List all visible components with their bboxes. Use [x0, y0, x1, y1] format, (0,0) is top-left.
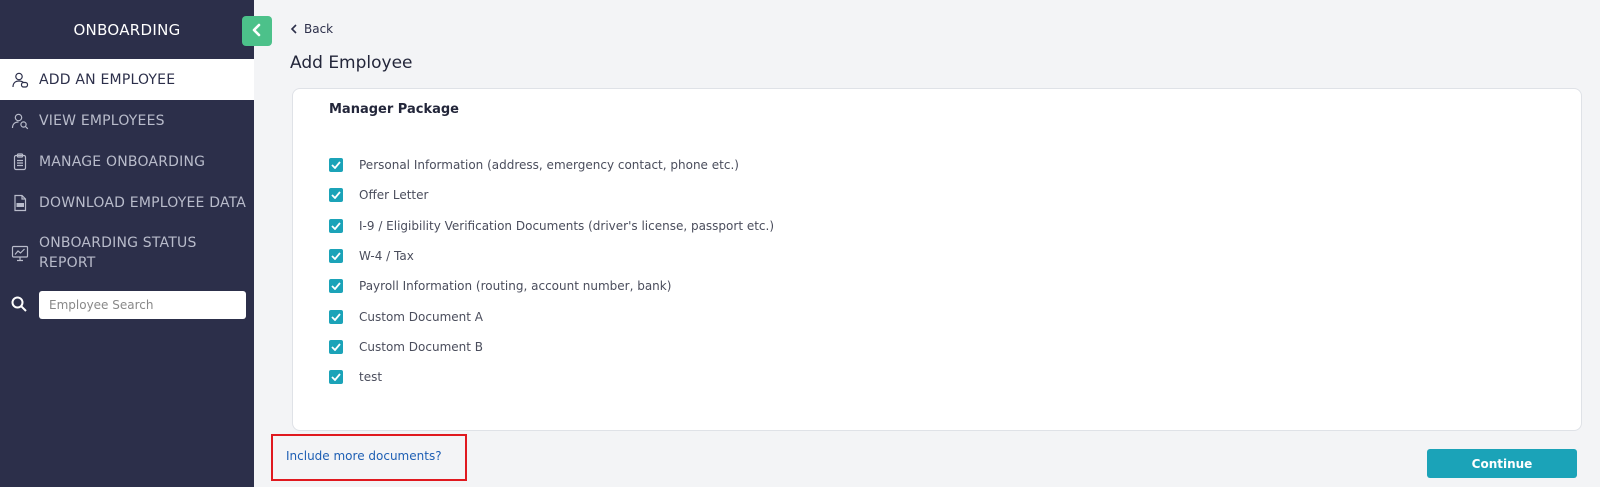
document-item: test: [329, 362, 774, 392]
document-label: Custom Document B: [359, 339, 484, 354]
csv-file-icon: [10, 193, 30, 213]
add-user-icon: [10, 70, 30, 90]
document-label: Payroll Information (routing, account nu…: [359, 279, 672, 294]
document-label: W-4 / Tax: [359, 249, 414, 264]
sidebar-item-add-employee[interactable]: ADD AN EMPLOYEE: [0, 59, 254, 100]
document-list: Personal Information (address, emergency…: [329, 150, 774, 392]
sidebar-item-label: ADD AN EMPLOYEE: [39, 71, 176, 88]
document-checkbox[interactable]: [329, 158, 343, 173]
document-item: Payroll Information (routing, account nu…: [329, 271, 774, 301]
sidebar-item-label: VIEW EMPLOYEES: [39, 112, 165, 129]
employee-search-input[interactable]: [39, 291, 246, 319]
include-more-documents-link[interactable]: Include more documents?: [286, 449, 442, 463]
clipboard-icon: [10, 152, 30, 172]
document-label: Personal Information (address, emergency…: [359, 158, 739, 173]
document-checkbox[interactable]: [329, 339, 343, 354]
package-title: Manager Package: [329, 102, 459, 117]
sidebar: ONBOARDING ADD AN EMPLOYEE VIEW EMPLOYEE…: [0, 0, 254, 487]
document-checkbox[interactable]: [329, 249, 343, 264]
document-checkbox[interactable]: [329, 218, 343, 233]
sidebar-item-download-employee-data[interactable]: DOWNLOAD EMPLOYEE DATA: [0, 182, 254, 223]
package-card: Manager Package Personal Information (ad…: [292, 88, 1582, 431]
document-label: I-9 / Eligibility Verification Documents…: [359, 218, 775, 233]
document-label: Custom Document A: [359, 309, 483, 324]
document-label: test: [359, 370, 383, 385]
back-link[interactable]: Back: [290, 22, 333, 36]
view-user-icon: [10, 111, 30, 131]
employee-search-row: [0, 291, 254, 319]
sidebar-item-label: DOWNLOAD EMPLOYEE DATA: [39, 194, 247, 211]
sidebar-item-label-line1: ONBOARDING STATUS: [39, 235, 197, 251]
document-item: I-9 / Eligibility Verification Documents…: [329, 211, 774, 241]
document-checkbox[interactable]: [329, 188, 343, 203]
sidebar-item-onboarding-status-report[interactable]: ONBOARDING STATUS REPORT: [0, 223, 254, 283]
chevron-left-icon: [290, 24, 298, 34]
sidebar-item-manage-onboarding[interactable]: MANAGE ONBOARDING: [0, 141, 254, 182]
sidebar-item-label-line2: REPORT: [39, 255, 96, 271]
continue-button[interactable]: Continue: [1427, 449, 1577, 478]
search-icon: [10, 295, 30, 315]
sidebar-title: ONBOARDING: [73, 20, 181, 39]
document-item: Custom Document A: [329, 301, 774, 331]
document-checkbox[interactable]: [329, 309, 343, 324]
main-content: Back Add Employee Manager Package Person…: [254, 0, 1600, 487]
page-title: Add Employee: [290, 53, 413, 73]
back-label: Back: [304, 22, 334, 36]
document-checkbox[interactable]: [329, 370, 343, 385]
document-item: Personal Information (address, emergency…: [329, 150, 774, 180]
sidebar-item-view-employees[interactable]: VIEW EMPLOYEES: [0, 100, 254, 141]
sidebar-item-label: MANAGE ONBOARDING: [39, 153, 206, 170]
document-item: Offer Letter: [329, 180, 774, 210]
document-label: Offer Letter: [359, 188, 429, 203]
document-item: W-4 / Tax: [329, 241, 774, 271]
sidebar-item-label: ONBOARDING STATUS REPORT: [39, 233, 197, 273]
chart-board-icon: [10, 243, 30, 263]
document-checkbox[interactable]: [329, 279, 343, 294]
document-item: Custom Document B: [329, 332, 774, 362]
